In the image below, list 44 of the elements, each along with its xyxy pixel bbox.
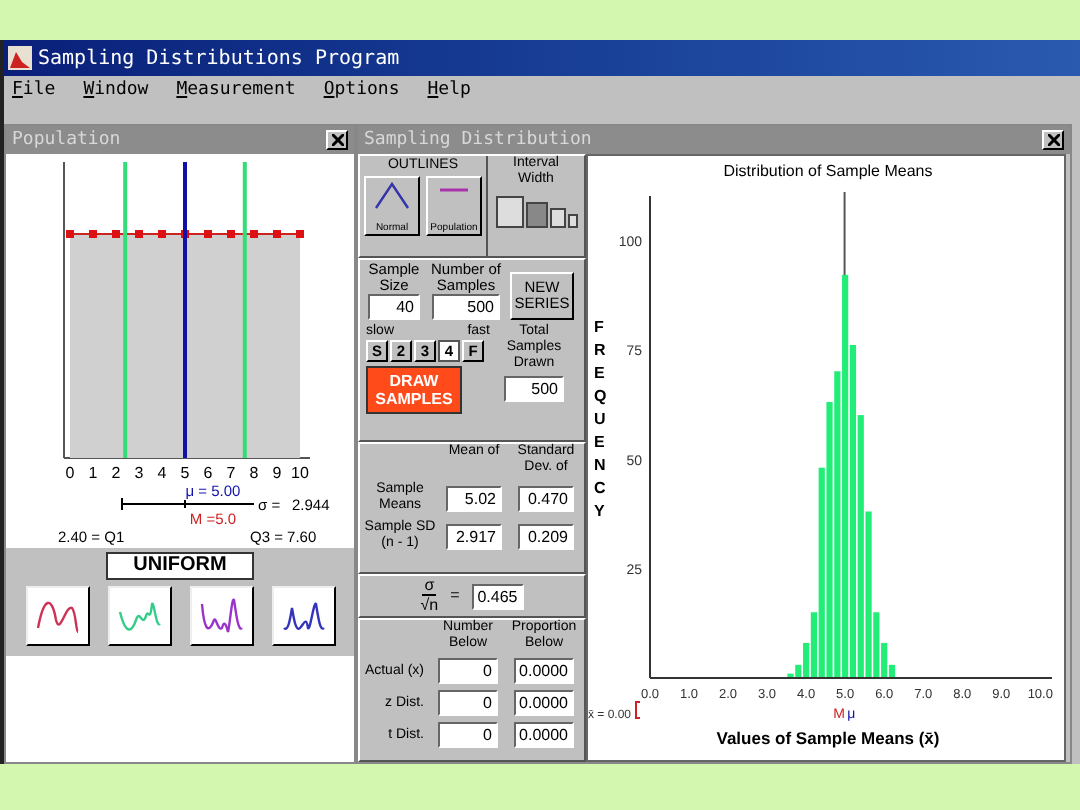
distribution-name: UNIFORM <box>106 552 254 580</box>
standard-error-field[interactable]: 0.465 <box>471 583 524 609</box>
chart-title: Distribution of Sample Means <box>723 162 933 180</box>
shape-button[interactable] <box>189 586 253 646</box>
y-axis-title: FREQUENCY <box>594 318 607 520</box>
equals-sign: = <box>450 584 460 608</box>
app-icon <box>8 46 32 70</box>
menu-item[interactable]: Help <box>427 78 471 106</box>
count-field[interactable]: 0.0000 <box>514 722 574 748</box>
menu-item[interactable]: Window <box>83 78 149 106</box>
menu-item[interactable]: Options <box>323 78 400 106</box>
close-icon <box>1047 134 1059 146</box>
interval-width-button[interactable] <box>567 214 577 228</box>
app-title: Sampling Distributions Program <box>38 45 400 73</box>
count-field[interactable]: 0.0000 <box>514 658 574 684</box>
count-field[interactable]: 0 <box>438 658 498 684</box>
count-field[interactable]: 0.0000 <box>514 690 574 716</box>
close-button[interactable] <box>1042 130 1064 150</box>
shape-button[interactable] <box>107 586 171 646</box>
close-button[interactable] <box>326 130 348 150</box>
menu-item[interactable]: Measurement <box>176 78 296 106</box>
stat-field[interactable]: 5.02 <box>446 485 502 511</box>
total-samples-field[interactable]: 500 <box>504 376 564 402</box>
interval-width-button[interactable] <box>549 208 565 228</box>
shape-button[interactable] <box>25 586 89 646</box>
interval-width-button[interactable] <box>525 202 547 228</box>
bell-curve-icon <box>374 182 410 210</box>
count-field[interactable]: 0 <box>438 690 498 716</box>
count-field[interactable]: 0 <box>438 722 498 748</box>
stat-field[interactable]: 0.470 <box>518 485 574 511</box>
stat-field[interactable]: 2.917 <box>446 523 502 549</box>
menu-item[interactable]: File <box>12 78 56 106</box>
interval-width-button[interactable] <box>495 196 523 228</box>
close-icon <box>331 134 343 146</box>
stat-field[interactable]: 0.209 <box>518 523 574 549</box>
sample-size-field[interactable]: 40 <box>368 294 420 320</box>
shape-button[interactable] <box>271 586 335 646</box>
standard-error-formula: σ √n <box>420 578 439 614</box>
range-bracket <box>635 701 641 719</box>
number-of-samples-field[interactable]: 500 <box>432 294 500 320</box>
window-title: Sampling Distribution <box>364 131 592 149</box>
x-axis-title: Values of Sample Means (x̄) <box>716 728 940 748</box>
window-title: Population <box>12 131 121 149</box>
flat-line-icon <box>440 188 468 192</box>
